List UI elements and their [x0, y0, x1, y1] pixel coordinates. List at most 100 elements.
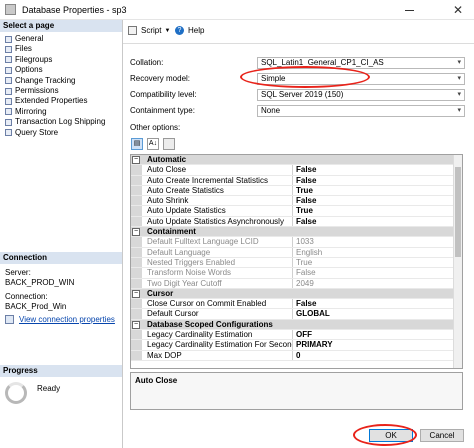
window-title: Database Properties - sp3 — [22, 5, 127, 15]
page-icon — [5, 46, 12, 54]
property-value: 1033 — [296, 237, 314, 247]
compatibility-level-value: SQL Server 2019 (150) — [261, 90, 344, 99]
grid-property-row[interactable]: Auto Create Statistics True — [131, 185, 462, 197]
collapse-icon[interactable]: − — [132, 228, 140, 237]
grid-property-row[interactable]: Default Cursor GLOBAL — [131, 309, 462, 320]
property-value: English — [296, 247, 323, 257]
property-value: 2049 — [296, 278, 314, 288]
property-description-title: Auto Close — [135, 376, 178, 385]
progress-header: Progress — [0, 365, 122, 377]
property-value: GLOBAL — [296, 309, 330, 319]
grid-property-row[interactable]: Legacy Cardinality Estimation OFF — [131, 330, 462, 341]
property-value: OFF — [296, 330, 312, 340]
property-name: Default Language — [147, 247, 211, 257]
grid-property-row[interactable]: Auto Create Incremental Statistics False — [131, 175, 462, 186]
grid-margin — [131, 247, 142, 257]
grid-property-row[interactable]: Nested Triggers Enabled True — [131, 257, 462, 269]
column-divider — [292, 340, 293, 350]
sidebar-item-label: Query Store — [15, 127, 59, 137]
grid-property-row[interactable]: Two Digit Year Cutoff 2049 — [131, 278, 462, 289]
grid-property-row[interactable]: Max DOP 0 — [131, 350, 462, 361]
property-name: Legacy Cardinality Estimation For Second… — [147, 340, 292, 350]
connection-value: BACK_Prod_Win — [5, 301, 67, 311]
sidebar-item-label: Options — [15, 65, 43, 75]
grid-margin — [131, 237, 142, 247]
sidebar-item-files[interactable]: Files — [0, 44, 122, 54]
property-value: True — [296, 206, 313, 216]
help-button[interactable]: ? Help — [175, 26, 204, 35]
property-name: Automatic — [147, 155, 187, 164]
property-name: Legacy Cardinality Estimation — [147, 330, 253, 340]
sort-alphabetical-icon[interactable]: A↓ — [147, 138, 159, 150]
sidebar-item-filegroups[interactable]: Filegroups — [0, 55, 122, 65]
compatibility-level-dropdown[interactable]: SQL Server 2019 (150) ▾ — [257, 89, 465, 101]
sidebar-item-query-store[interactable]: Query Store — [0, 128, 122, 138]
grid-property-row[interactable]: Auto Update Statistics Asynchronously Fal… — [131, 216, 462, 228]
chevron-down-icon: ▾ — [457, 75, 461, 82]
column-divider — [292, 196, 293, 206]
column-divider — [292, 299, 293, 309]
grid-property-row[interactable]: Legacy Cardinality Estimation For Second… — [131, 340, 462, 351]
sidebar-item-label: Files — [15, 44, 32, 54]
page-icon — [5, 87, 12, 95]
sidebar-item-label: Extended Properties — [15, 96, 88, 106]
grid-margin — [131, 278, 142, 288]
progress-status: Ready — [37, 383, 61, 393]
column-divider — [292, 309, 293, 319]
grid-property-row[interactable]: Auto Shrink False — [131, 196, 462, 207]
grid-property-row[interactable]: Transform Noise Words False — [131, 268, 462, 279]
property-value: False — [296, 299, 317, 309]
close-button[interactable]: ✕ — [446, 2, 470, 18]
sidebar-item-label: Mirroring — [15, 106, 47, 116]
property-value: False — [296, 216, 317, 226]
collapse-icon[interactable]: − — [132, 289, 140, 298]
server-value: BACK_PROD_WIN — [5, 277, 75, 287]
grid-margin — [131, 185, 142, 196]
grid-category-row[interactable]: − Cursor — [131, 288, 462, 300]
grid-property-row[interactable]: Auto Update Statistics True — [131, 206, 462, 217]
property-name: Default Fulltext Language LCID — [147, 237, 259, 247]
column-divider — [292, 185, 293, 196]
sidebar-item-extended-properties[interactable]: Extended Properties — [0, 96, 122, 106]
connection-properties-icon — [5, 315, 14, 325]
chevron-down-icon: ▾ — [457, 91, 461, 98]
property-name: Containment — [147, 227, 196, 237]
sidebar-item-label: Change Tracking — [15, 75, 76, 85]
property-pages-icon[interactable] — [163, 138, 175, 150]
cancel-button[interactable]: Cancel — [420, 429, 464, 442]
sidebar-item-options[interactable]: Options — [0, 65, 122, 75]
recovery-model-highlight — [240, 66, 370, 88]
collapse-icon[interactable]: − — [132, 320, 140, 329]
grid-property-row[interactable]: Default Language English — [131, 247, 462, 258]
grid-property-row[interactable]: Close Cursor on Commit Enabled False — [131, 299, 462, 310]
grid-margin — [131, 330, 142, 340]
property-name: Auto Shrink — [147, 196, 189, 206]
grid-scrollbar[interactable] — [453, 155, 462, 368]
categorized-view-icon[interactable]: ▤ — [131, 138, 143, 150]
view-connection-properties-link[interactable]: View connection properties — [5, 315, 122, 325]
grid-category-row[interactable]: − Containment — [131, 227, 462, 238]
collapse-icon[interactable]: − — [132, 156, 140, 164]
script-button[interactable]: Script ▼ — [128, 26, 170, 35]
sidebar-item-general[interactable]: General — [0, 34, 122, 44]
column-divider — [292, 237, 293, 247]
ok-button-highlight — [353, 424, 417, 446]
grid-property-row[interactable]: Default Fulltext Language LCID 1033 — [131, 237, 462, 248]
scrollbar-thumb[interactable] — [455, 167, 461, 257]
grid-category-row[interactable]: − Database Scoped Configurations — [131, 319, 462, 331]
grid-property-row[interactable]: Auto Close False — [131, 165, 462, 176]
progress-spinner-icon — [5, 382, 27, 404]
minimize-button[interactable] — [400, 4, 420, 16]
view-connection-properties-label: View connection properties — [19, 315, 115, 324]
grid-category-row[interactable]: − Automatic — [131, 155, 462, 166]
sidebar-item-change-tracking[interactable]: Change Tracking — [0, 76, 122, 86]
property-name: Auto Create Incremental Statistics — [147, 175, 268, 185]
sidebar-item-transaction-log-shipping[interactable]: Transaction Log Shipping — [0, 117, 122, 127]
main-panel: Script ▼ ? Help Collation: SQL_Latin1_Ge… — [123, 20, 474, 448]
column-divider — [292, 278, 293, 288]
sidebar-item-mirroring[interactable]: Mirroring — [0, 107, 122, 117]
property-name: Default Cursor — [147, 309, 199, 319]
containment-type-dropdown[interactable]: None ▾ — [257, 105, 465, 117]
property-name: Two Digit Year Cutoff — [147, 278, 222, 288]
sidebar-item-permissions[interactable]: Permissions — [0, 86, 122, 96]
